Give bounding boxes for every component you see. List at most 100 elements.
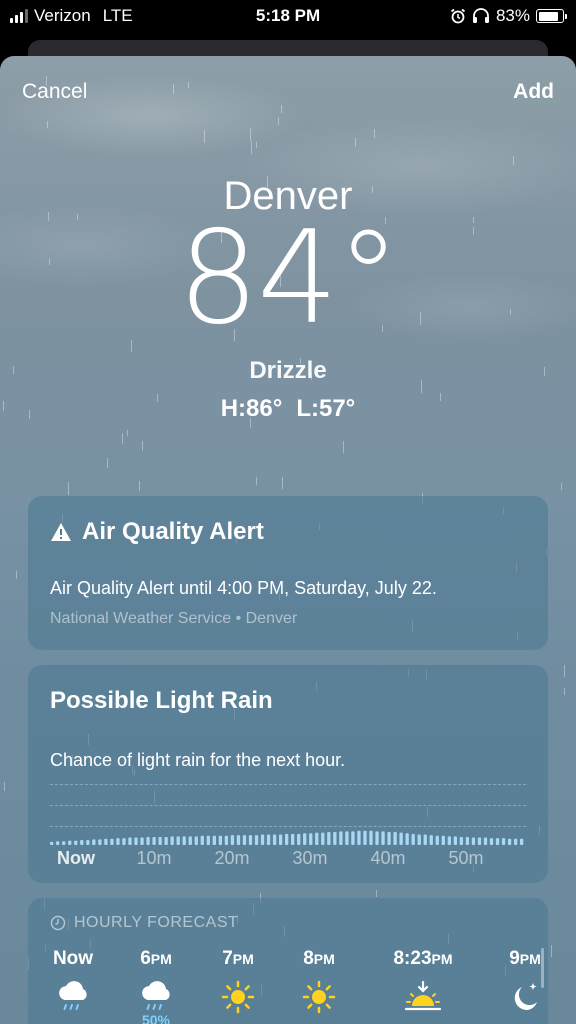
time-tick-label: 30m bbox=[292, 848, 328, 868]
raindrop bbox=[107, 458, 108, 468]
current-temperature: 84° bbox=[177, 204, 401, 353]
hour-suffix: PM bbox=[313, 951, 335, 967]
precipitation-bar bbox=[309, 833, 313, 845]
hour-suffix: PM bbox=[431, 951, 453, 967]
add-button[interactable]: Add bbox=[513, 80, 554, 104]
chart-time-axis: Now 10m 20m 30m 40m 50m bbox=[50, 848, 526, 872]
precipitation-bar bbox=[345, 831, 349, 845]
hourly-item: 6PM 50% bbox=[111, 948, 201, 1024]
current-conditions: Denver 84° Drizzle H:86° L:57° bbox=[0, 174, 576, 423]
scroll-indicator[interactable] bbox=[541, 948, 544, 988]
time-tick-label: 40m bbox=[370, 848, 406, 868]
precipitation-bar bbox=[158, 836, 162, 845]
hour-label: 9PM bbox=[509, 948, 541, 969]
hourly-item: 7PM bbox=[193, 948, 283, 1016]
hourly-heading: HOURLY FORECAST bbox=[74, 914, 239, 931]
raindrop bbox=[564, 688, 565, 695]
precipitation-bar bbox=[399, 832, 403, 845]
raindrop bbox=[256, 477, 257, 485]
precipitation-card[interactable]: Possible Light Rain Chance of light rain… bbox=[28, 665, 548, 883]
raindrop bbox=[561, 483, 562, 490]
precipitation-bar bbox=[242, 835, 247, 845]
precipitation-bar bbox=[140, 837, 144, 845]
precipitation-bar bbox=[405, 833, 409, 845]
raindrop bbox=[376, 890, 377, 897]
precipitation-bar bbox=[333, 831, 337, 845]
precipitation-bar bbox=[351, 831, 355, 845]
hourly-item: 8:23PM bbox=[378, 948, 468, 1016]
precipitation-bar bbox=[284, 833, 289, 845]
precipitation-bar bbox=[122, 838, 126, 845]
precipitation-bar bbox=[110, 838, 114, 845]
battery-icon bbox=[536, 9, 567, 23]
precipitation-bar bbox=[387, 831, 391, 845]
alert-body: Air Quality Alert until 4:00 PM, Saturda… bbox=[50, 578, 437, 598]
hourly-forecast-card[interactable]: HOURLY FORECAST Now 6PM 50% 7PM 8PM 8:23PM 9PM bbox=[28, 898, 548, 1024]
hour-label: 6PM bbox=[140, 948, 172, 969]
precipitation-bar bbox=[92, 839, 96, 845]
raindrop bbox=[16, 571, 17, 579]
cancel-button[interactable]: Cancel bbox=[22, 80, 87, 104]
precipitation-bar bbox=[495, 838, 500, 845]
precipitation-bar bbox=[146, 836, 150, 845]
precipitation-chart bbox=[50, 783, 526, 845]
hour-suffix: PM bbox=[150, 951, 172, 967]
precipitation-bar bbox=[339, 831, 343, 845]
rain-body: Chance of light rain for the next hour. bbox=[50, 750, 346, 770]
precipitation-bar bbox=[453, 836, 458, 845]
precipitation-bar bbox=[248, 835, 253, 845]
precipitation-bar bbox=[218, 835, 223, 845]
precipitation-bar bbox=[104, 838, 108, 845]
raindrop bbox=[142, 441, 143, 451]
precipitation-bar bbox=[80, 840, 84, 845]
precipitation-bar bbox=[260, 834, 265, 845]
high-temp: H:86° bbox=[220, 395, 283, 422]
weather-preview-sheet: Cancel Add Denver 84° Drizzle H:86° L:57… bbox=[0, 56, 576, 1024]
precipitation-bar bbox=[477, 837, 482, 845]
alert-title: Air Quality Alert bbox=[82, 518, 264, 545]
precipitation-bar bbox=[447, 836, 451, 845]
precipitation-bar bbox=[357, 830, 361, 845]
precipitation-bar bbox=[297, 833, 301, 845]
precipitation-bar bbox=[68, 840, 72, 845]
precipitation-bar bbox=[128, 837, 132, 845]
moon-stars-icon bbox=[480, 980, 570, 1016]
precipitation-bar bbox=[176, 836, 180, 845]
precipitation-bar bbox=[212, 835, 216, 845]
headphones-icon bbox=[472, 8, 489, 23]
precipitation-bar bbox=[188, 836, 192, 845]
raindrop bbox=[68, 482, 69, 495]
precipitation-bar bbox=[321, 832, 325, 845]
low-temp: L:57° bbox=[296, 395, 356, 422]
precipitation-bar bbox=[435, 835, 439, 845]
status-right: 83% bbox=[450, 6, 567, 26]
time-tick-label: Now bbox=[57, 848, 95, 868]
precipitation-bar bbox=[303, 833, 307, 845]
time-tick-label: 10m bbox=[136, 848, 172, 868]
precipitation-bar bbox=[327, 831, 331, 845]
raindrop bbox=[127, 430, 128, 436]
precipitation-bar bbox=[50, 841, 54, 845]
hour-suffix: PM bbox=[232, 951, 254, 967]
precipitation-bar bbox=[411, 833, 415, 845]
hourly-scroll[interactable]: Now 6PM 50% 7PM 8PM 8:23PM 9PM bbox=[28, 948, 548, 1024]
time-tick-label: 50m bbox=[448, 848, 484, 868]
precipitation-bar bbox=[152, 836, 156, 845]
sunset-icon bbox=[378, 980, 468, 1016]
precipitation-bar bbox=[134, 837, 138, 845]
raindrop bbox=[139, 481, 140, 491]
precipitation-bar bbox=[206, 835, 210, 845]
precipitation-bar bbox=[423, 834, 427, 845]
precipitation-bar bbox=[98, 839, 102, 845]
raindrop bbox=[122, 433, 123, 444]
clock-icon bbox=[50, 915, 66, 931]
alert-title-row: Air Quality Alert bbox=[50, 518, 264, 546]
hourly-item: 9PM bbox=[480, 948, 570, 1016]
precipitation-bar bbox=[56, 841, 60, 845]
precipitation-bar bbox=[254, 835, 259, 845]
precipitation-bar bbox=[507, 838, 512, 845]
air-quality-alert-card[interactable]: Air Quality Alert Air Quality Alert unti… bbox=[28, 496, 548, 650]
sun-icon bbox=[193, 980, 283, 1016]
battery-percent: 83% bbox=[495, 6, 530, 25]
hourly-item: Now bbox=[28, 948, 118, 1016]
